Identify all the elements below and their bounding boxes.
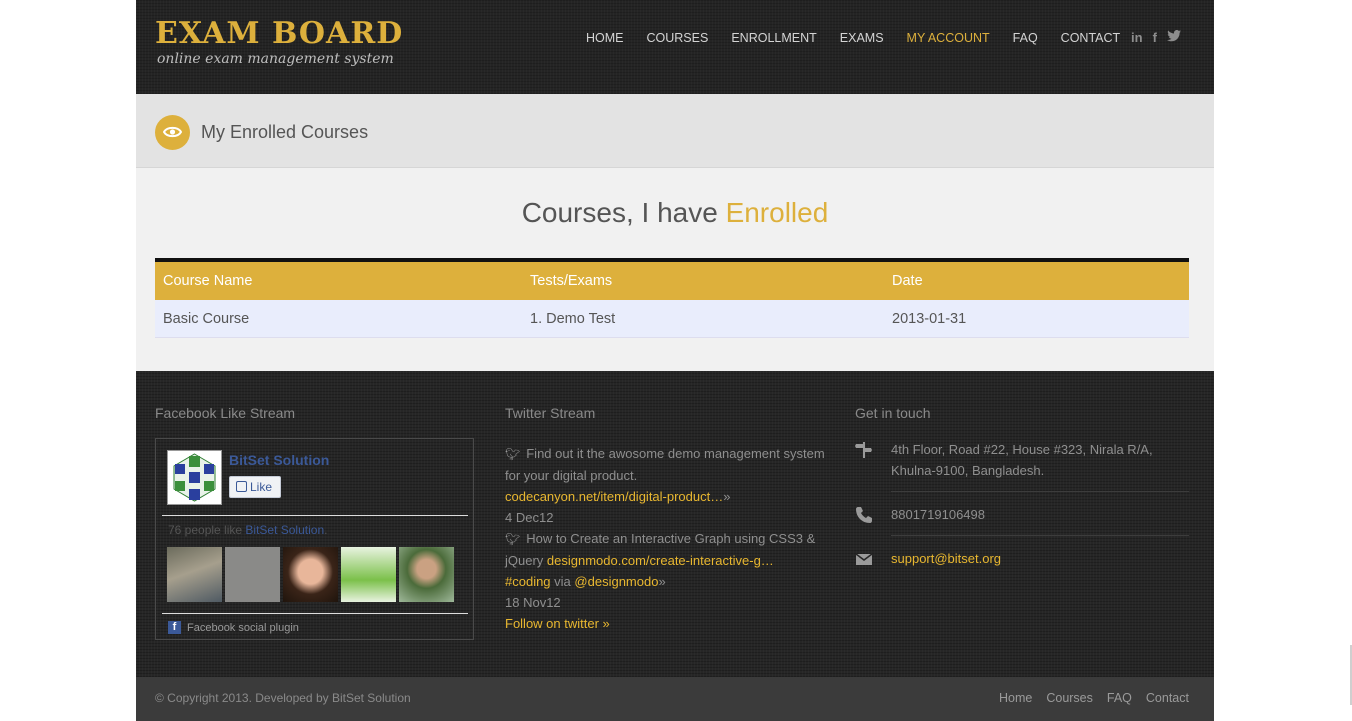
footer-link-contact[interactable]: Contact — [1146, 691, 1189, 705]
fan-avatar[interactable] — [167, 547, 222, 602]
tweet-link[interactable]: designmodo.com/create-interactive-g… — [547, 553, 774, 568]
contact-phone: 8801719106498 — [891, 507, 985, 522]
table-header-row: Course Name Tests/Exams Date — [155, 262, 1189, 300]
heading-text: Courses, I have — [521, 197, 726, 228]
footer-nav: Home Courses FAQ Contact — [999, 691, 1189, 705]
divider — [162, 515, 468, 516]
facebook-icon[interactable]: f — [1153, 30, 1157, 45]
contact-phone-row: 8801719106498 — [855, 504, 1189, 525]
cell-course-name: Basic Course — [163, 310, 250, 327]
envelope-icon — [855, 550, 873, 568]
like-count-end: . — [324, 523, 328, 537]
column-header-course: Course Name — [163, 273, 253, 289]
fan-avatar[interactable] — [399, 547, 454, 602]
bitset-logo[interactable] — [167, 450, 222, 505]
contact-title: Get in touch — [855, 405, 931, 421]
plugin-label: Facebook social plugin — [187, 621, 299, 634]
logo-subtitle: online exam management system — [157, 51, 394, 67]
facebook-like-count: 76 people like BitSet Solution. — [168, 523, 327, 537]
twitter-stream-title: Twitter Stream — [505, 405, 596, 421]
page-title: My Enrolled Courses — [201, 122, 369, 142]
contact-email[interactable]: support@bitset.org — [891, 551, 1001, 566]
column-header-tests: Tests/Exams — [530, 273, 613, 289]
tweet-via: via — [554, 574, 571, 589]
column-header-date: Date — [892, 273, 923, 289]
fan-avatar[interactable] — [341, 547, 396, 602]
twitter-stream: 🐦︎ Find out it the awosome demo managemen… — [505, 443, 831, 634]
divider — [891, 491, 1189, 492]
facebook-icon: f — [168, 621, 181, 634]
page-title-bar: My Enrolled Courses — [136, 94, 1214, 168]
nav-contact[interactable]: CONTACT — [1061, 31, 1121, 45]
twitter-bird-icon: 🐦︎ — [505, 447, 521, 461]
facebook-social-plugin[interactable]: f Facebook social plugin — [168, 621, 299, 634]
tweet-hashtag[interactable]: #coding — [505, 574, 551, 589]
bottom-bar: © Copyright 2013. Developed by BitSet So… — [136, 677, 1214, 721]
tweet-link[interactable]: codecanyon.net/item/digital-product… — [505, 489, 723, 504]
fan-avatar[interactable] — [225, 547, 280, 602]
nav-faq[interactable]: FAQ — [1013, 31, 1038, 45]
footer-link-courses[interactable]: Courses — [1046, 691, 1093, 705]
divider — [162, 613, 468, 614]
contact-address: 4th Floor, Road #22, House #323, Nirala … — [891, 442, 1153, 478]
footer-link-home[interactable]: Home — [999, 691, 1032, 705]
tweet: 🐦︎ How to Create an Interactive Graph usi… — [505, 528, 831, 613]
footer-link-faq[interactable]: FAQ — [1107, 691, 1132, 705]
main-nav: HOME COURSES ENROLLMENT EXAMS MY ACCOUNT… — [586, 31, 1143, 45]
copyright: © Copyright 2013. Developed by BitSet So… — [155, 691, 411, 705]
cell-date: 2013-01-31 — [892, 310, 967, 327]
enrolled-courses-table: Course Name Tests/Exams Date Basic Cours… — [155, 258, 1189, 338]
fan-avatar[interactable] — [283, 547, 338, 602]
contact-email-row: support@bitset.org — [855, 548, 1189, 569]
facebook-like-button[interactable]: Like — [229, 476, 281, 498]
divider — [891, 535, 1189, 536]
twitter-bird-icon: 🐦︎ — [505, 532, 521, 546]
tweet: 🐦︎ Find out it the awosome demo managemen… — [505, 443, 831, 528]
tweet-more[interactable]: » — [723, 489, 730, 504]
facebook-like-box: BitSet Solution Like 76 people like BitS… — [155, 438, 474, 640]
contact-info: 4th Floor, Road #22, House #323, Nirala … — [855, 431, 1189, 569]
linkedin-icon[interactable]: in — [1131, 30, 1143, 45]
page-wrapper: EXAM BOARD online exam management system… — [136, 0, 1214, 721]
table-row: Basic Course 1. Demo Test 2013-01-31 — [155, 300, 1189, 338]
tweet-more[interactable]: » — [658, 574, 665, 589]
facebook-page-name[interactable]: BitSet Solution — [229, 452, 329, 468]
tweet-handle[interactable]: @designmodo — [574, 574, 658, 589]
section-heading: Courses, I have Enrolled — [136, 197, 1214, 229]
site-footer: Facebook Like Stream Twitter Stream Get … — [136, 371, 1214, 677]
logo-title[interactable]: EXAM BOARD — [155, 16, 403, 51]
nav-exams[interactable]: EXAMS — [840, 31, 884, 45]
tweet-date: 18 Nov12 — [505, 595, 561, 610]
main-content: Courses, I have Enrolled Course Name Tes… — [136, 169, 1214, 371]
nav-courses[interactable]: COURSES — [647, 31, 709, 45]
nav-my-account[interactable]: MY ACCOUNT — [907, 31, 990, 45]
tweet-text: Find out it the awosome demo management … — [505, 446, 825, 483]
signpost-icon — [855, 441, 873, 459]
social-links: in f — [1131, 30, 1181, 45]
follow-on-twitter-link[interactable]: Follow on twitter » — [505, 613, 831, 634]
nav-enrollment[interactable]: ENROLLMENT — [731, 31, 816, 45]
thumbs-up-icon — [236, 481, 247, 492]
contact-address-row: 4th Floor, Road #22, House #323, Nirala … — [855, 431, 1189, 481]
twitter-icon[interactable] — [1166, 30, 1181, 45]
phone-icon — [855, 506, 873, 524]
cell-tests[interactable]: 1. Demo Test — [530, 311, 892, 327]
like-count-link[interactable]: BitSet Solution — [245, 523, 324, 537]
nav-home[interactable]: HOME — [586, 31, 624, 45]
facebook-stream-title: Facebook Like Stream — [155, 405, 296, 421]
tweet-date: 4 Dec12 — [505, 510, 554, 525]
heading-highlight: Enrolled — [725, 197, 829, 228]
eye-icon — [155, 115, 190, 150]
like-count-text: 76 people like — [168, 523, 243, 537]
site-header: EXAM BOARD online exam management system… — [136, 0, 1214, 94]
like-label: Like — [250, 480, 273, 494]
